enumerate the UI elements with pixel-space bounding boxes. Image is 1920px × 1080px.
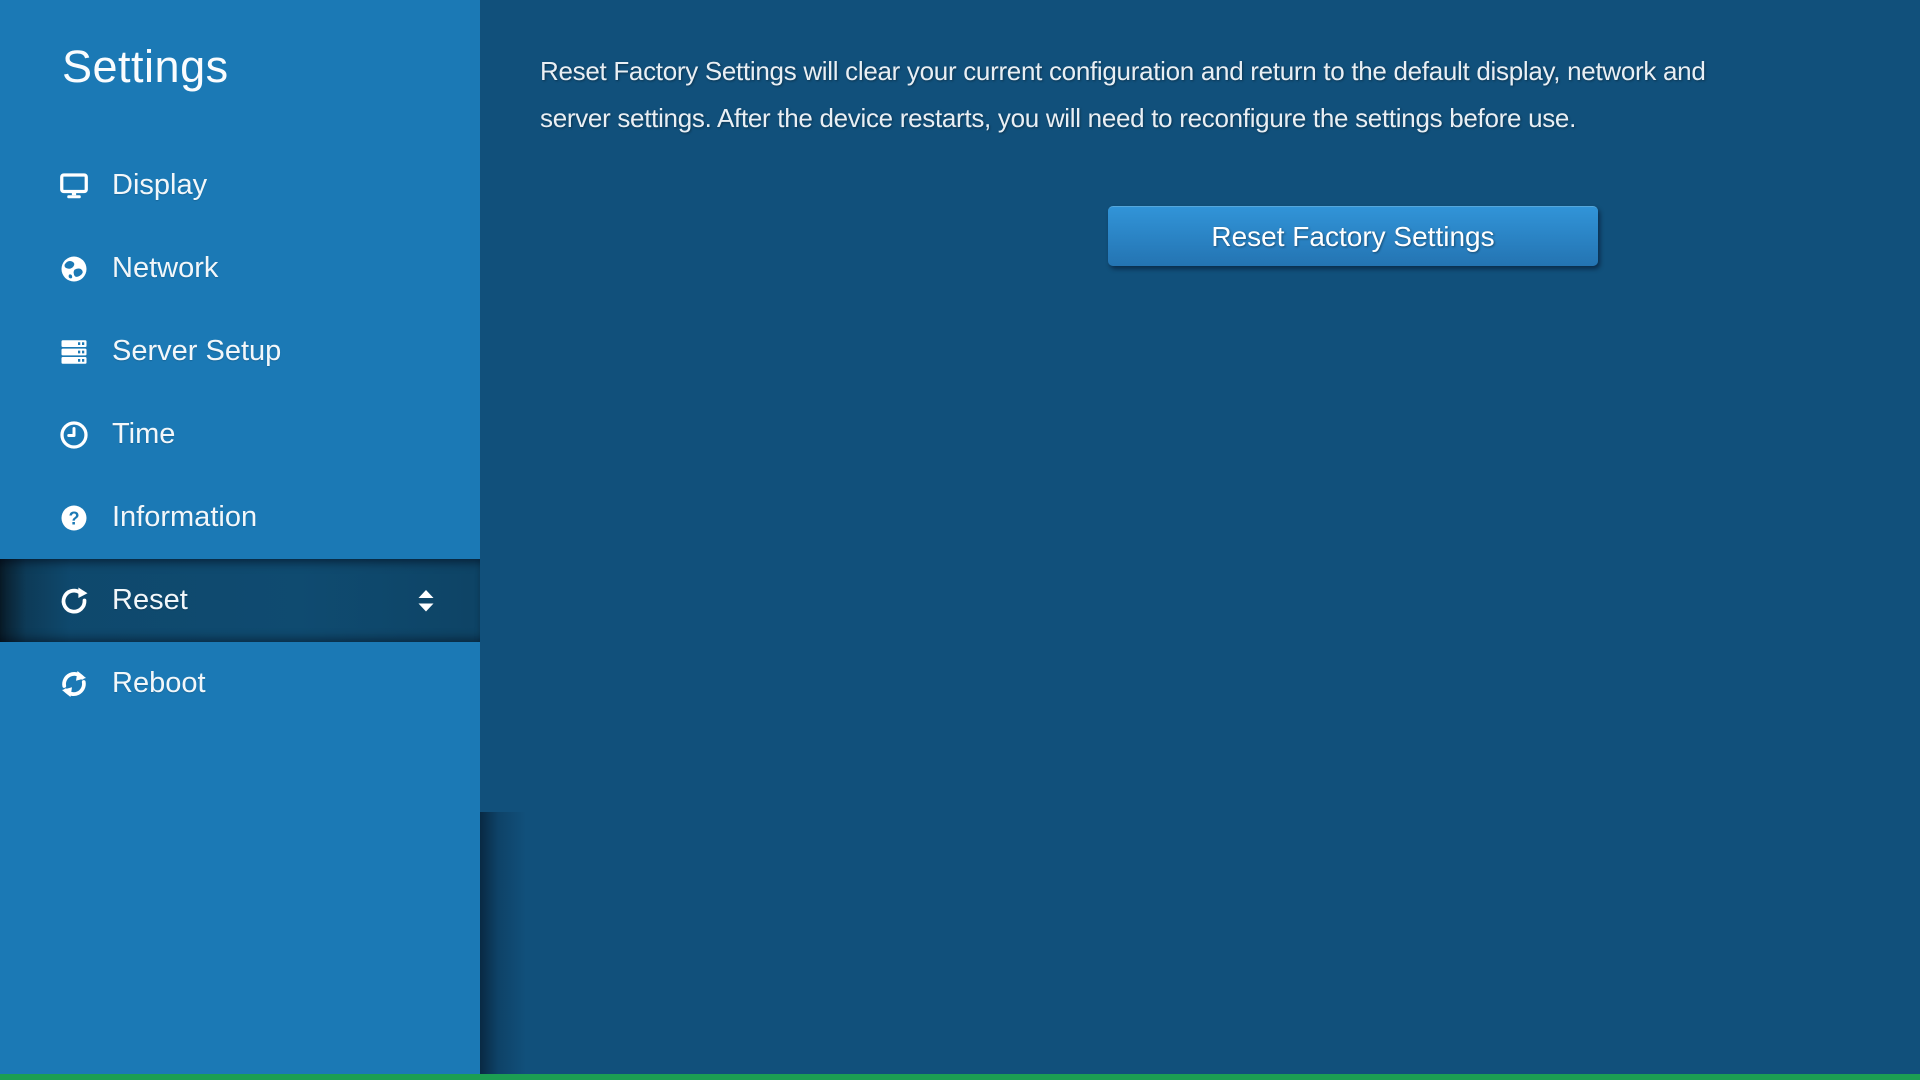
sidebar-item-reset[interactable]: Reset: [0, 559, 480, 642]
sidebar-item-label: Reset: [112, 584, 188, 617]
clock-icon: [59, 420, 89, 450]
reset-description: Reset Factory Settings will clear your c…: [540, 48, 1705, 142]
sidebar-item-label: Time: [112, 418, 175, 451]
server-icon: [59, 337, 89, 367]
sidebar-item-label: Network: [112, 252, 218, 285]
bottom-accent-bar: [0, 1074, 1920, 1080]
sidebar-item-label: Display: [112, 169, 207, 202]
sidebar-menu: Display Network: [0, 144, 480, 725]
main-content: Reset Factory Settings will clear your c…: [480, 0, 1920, 1080]
settings-screen: Settings Display: [0, 0, 1920, 1080]
sidebar-item-label: Information: [112, 501, 257, 534]
sidebar-item-label: Reboot: [112, 667, 206, 700]
reset-description-line-2: server settings. After the device restar…: [540, 95, 1705, 142]
question-circle-icon: ?: [59, 503, 89, 533]
up-down-arrows-icon: [418, 590, 434, 612]
svg-text:?: ?: [68, 508, 79, 528]
sidebar-item-information[interactable]: ? Information: [0, 476, 480, 559]
display-icon: [59, 171, 89, 201]
rotate-right-icon: [59, 586, 89, 616]
sidebar-item-time[interactable]: Time: [0, 393, 480, 476]
sidebar-item-server-setup[interactable]: Server Setup: [0, 310, 480, 393]
sidebar-item-label: Server Setup: [112, 335, 281, 368]
sidebar-item-display[interactable]: Display: [0, 144, 480, 227]
reset-factory-settings-button[interactable]: Reset Factory Settings: [1108, 206, 1598, 266]
sidebar: Settings Display: [0, 0, 480, 1080]
page-title: Settings: [0, 0, 480, 96]
reset-description-line-1: Reset Factory Settings will clear your c…: [540, 48, 1705, 95]
globe-icon: [59, 254, 89, 284]
sidebar-item-reboot[interactable]: Reboot: [0, 642, 480, 725]
sync-icon: [59, 669, 89, 699]
sidebar-item-network[interactable]: Network: [0, 227, 480, 310]
